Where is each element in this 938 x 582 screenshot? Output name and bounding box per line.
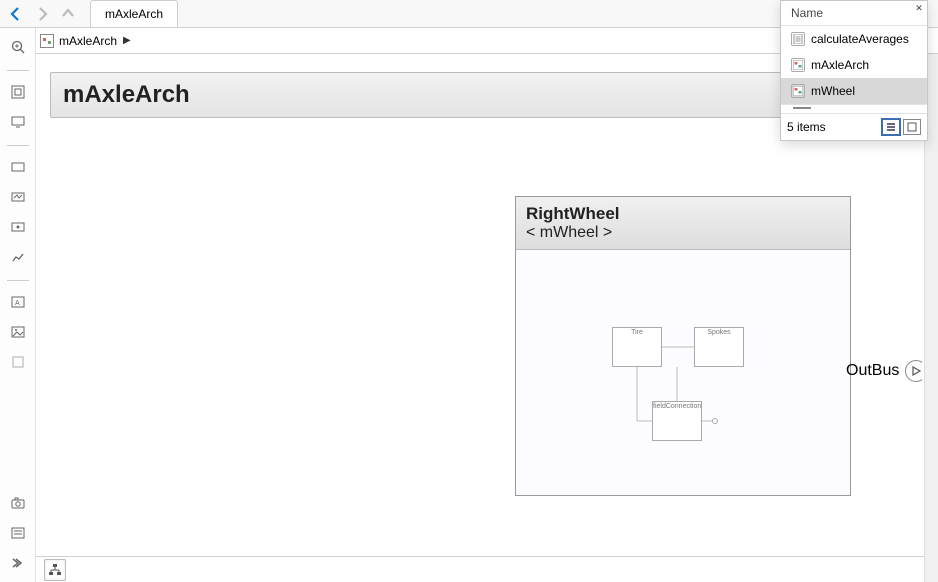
- chevron-right-icon: ▶: [123, 35, 131, 46]
- block-rightwheel[interactable]: RightWheel < mWheel > Tire Spokes fieldC…: [515, 196, 851, 496]
- panel-item-maxlearch[interactable]: mAxleArch: [781, 52, 927, 78]
- empty-rect-icon[interactable]: [7, 351, 29, 373]
- panel-item-label: calculateAverages: [811, 32, 909, 46]
- text-box-icon[interactable]: A: [7, 291, 29, 313]
- panel-item-calculateaverages[interactable]: calculateAverages: [781, 26, 927, 52]
- hierarchy-button[interactable]: [44, 559, 66, 581]
- nav-up-button[interactable]: [58, 4, 78, 24]
- view-list-button[interactable]: [882, 119, 900, 135]
- tab-model[interactable]: mAxleArch: [90, 0, 178, 27]
- outer-scrollbar[interactable]: [924, 162, 938, 582]
- signal-icon[interactable]: [7, 186, 29, 208]
- expand-icon[interactable]: [7, 552, 29, 574]
- image-icon[interactable]: [7, 321, 29, 343]
- panel-item-label: mWheel: [811, 84, 855, 98]
- tab-label: mAxleArch: [105, 7, 163, 21]
- breadcrumb-root[interactable]: mAxleArch: [59, 34, 117, 48]
- divider: [7, 145, 29, 146]
- panel-item-label: mAxleArch: [811, 58, 869, 72]
- model-icon: [791, 58, 805, 72]
- nav-back-button[interactable]: [6, 4, 26, 24]
- nav-buttons: [0, 4, 84, 24]
- port-label: OutBus: [846, 362, 899, 380]
- block-header: RightWheel < mWheel >: [516, 197, 850, 250]
- left-toolbar: A: [0, 28, 36, 582]
- output-port[interactable]: OutBus: [846, 360, 922, 382]
- finder-panel: ✕ Name calculateAverages mAxleArch mWhee…: [780, 0, 928, 141]
- panel-footer: 5 items: [781, 113, 927, 140]
- play-triangle-icon: [905, 360, 922, 382]
- zoom-in-icon[interactable]: [7, 36, 29, 58]
- inner-block-fieldconnection[interactable]: fieldConnection: [652, 401, 702, 441]
- fit-view-icon[interactable]: [7, 81, 29, 103]
- canvas[interactable]: RightWheel < mWheel > Tire Spokes fieldC…: [50, 118, 908, 582]
- block-title: RightWheel: [526, 204, 840, 224]
- list-icon[interactable]: [7, 522, 29, 544]
- inner-block-spokes[interactable]: Spokes: [694, 327, 744, 367]
- block-subtitle: < mWheel >: [526, 224, 840, 242]
- box-dot-icon[interactable]: [7, 216, 29, 238]
- nav-forward-button[interactable]: [32, 4, 52, 24]
- view-grid-button[interactable]: [903, 119, 921, 135]
- panel-item-count: 5 items: [787, 120, 826, 134]
- screen-icon[interactable]: [7, 111, 29, 133]
- divider: [7, 70, 29, 71]
- model-icon: [791, 84, 805, 98]
- svg-text:A: A: [15, 300, 20, 307]
- bottom-bar: [36, 556, 938, 582]
- inner-block-tire[interactable]: Tire: [612, 327, 662, 367]
- panel-item-mwheel[interactable]: mWheel: [781, 78, 927, 104]
- panel-header[interactable]: Name: [781, 1, 927, 25]
- model-icon: [40, 34, 54, 48]
- camera-icon[interactable]: [7, 492, 29, 514]
- rect-icon[interactable]: [7, 156, 29, 178]
- chart-line-icon[interactable]: [7, 246, 29, 268]
- divider: [7, 280, 29, 281]
- port-dot-icon: [712, 418, 718, 424]
- script-icon: [791, 32, 805, 46]
- panel-list: calculateAverages mAxleArch mWheel: [781, 25, 927, 105]
